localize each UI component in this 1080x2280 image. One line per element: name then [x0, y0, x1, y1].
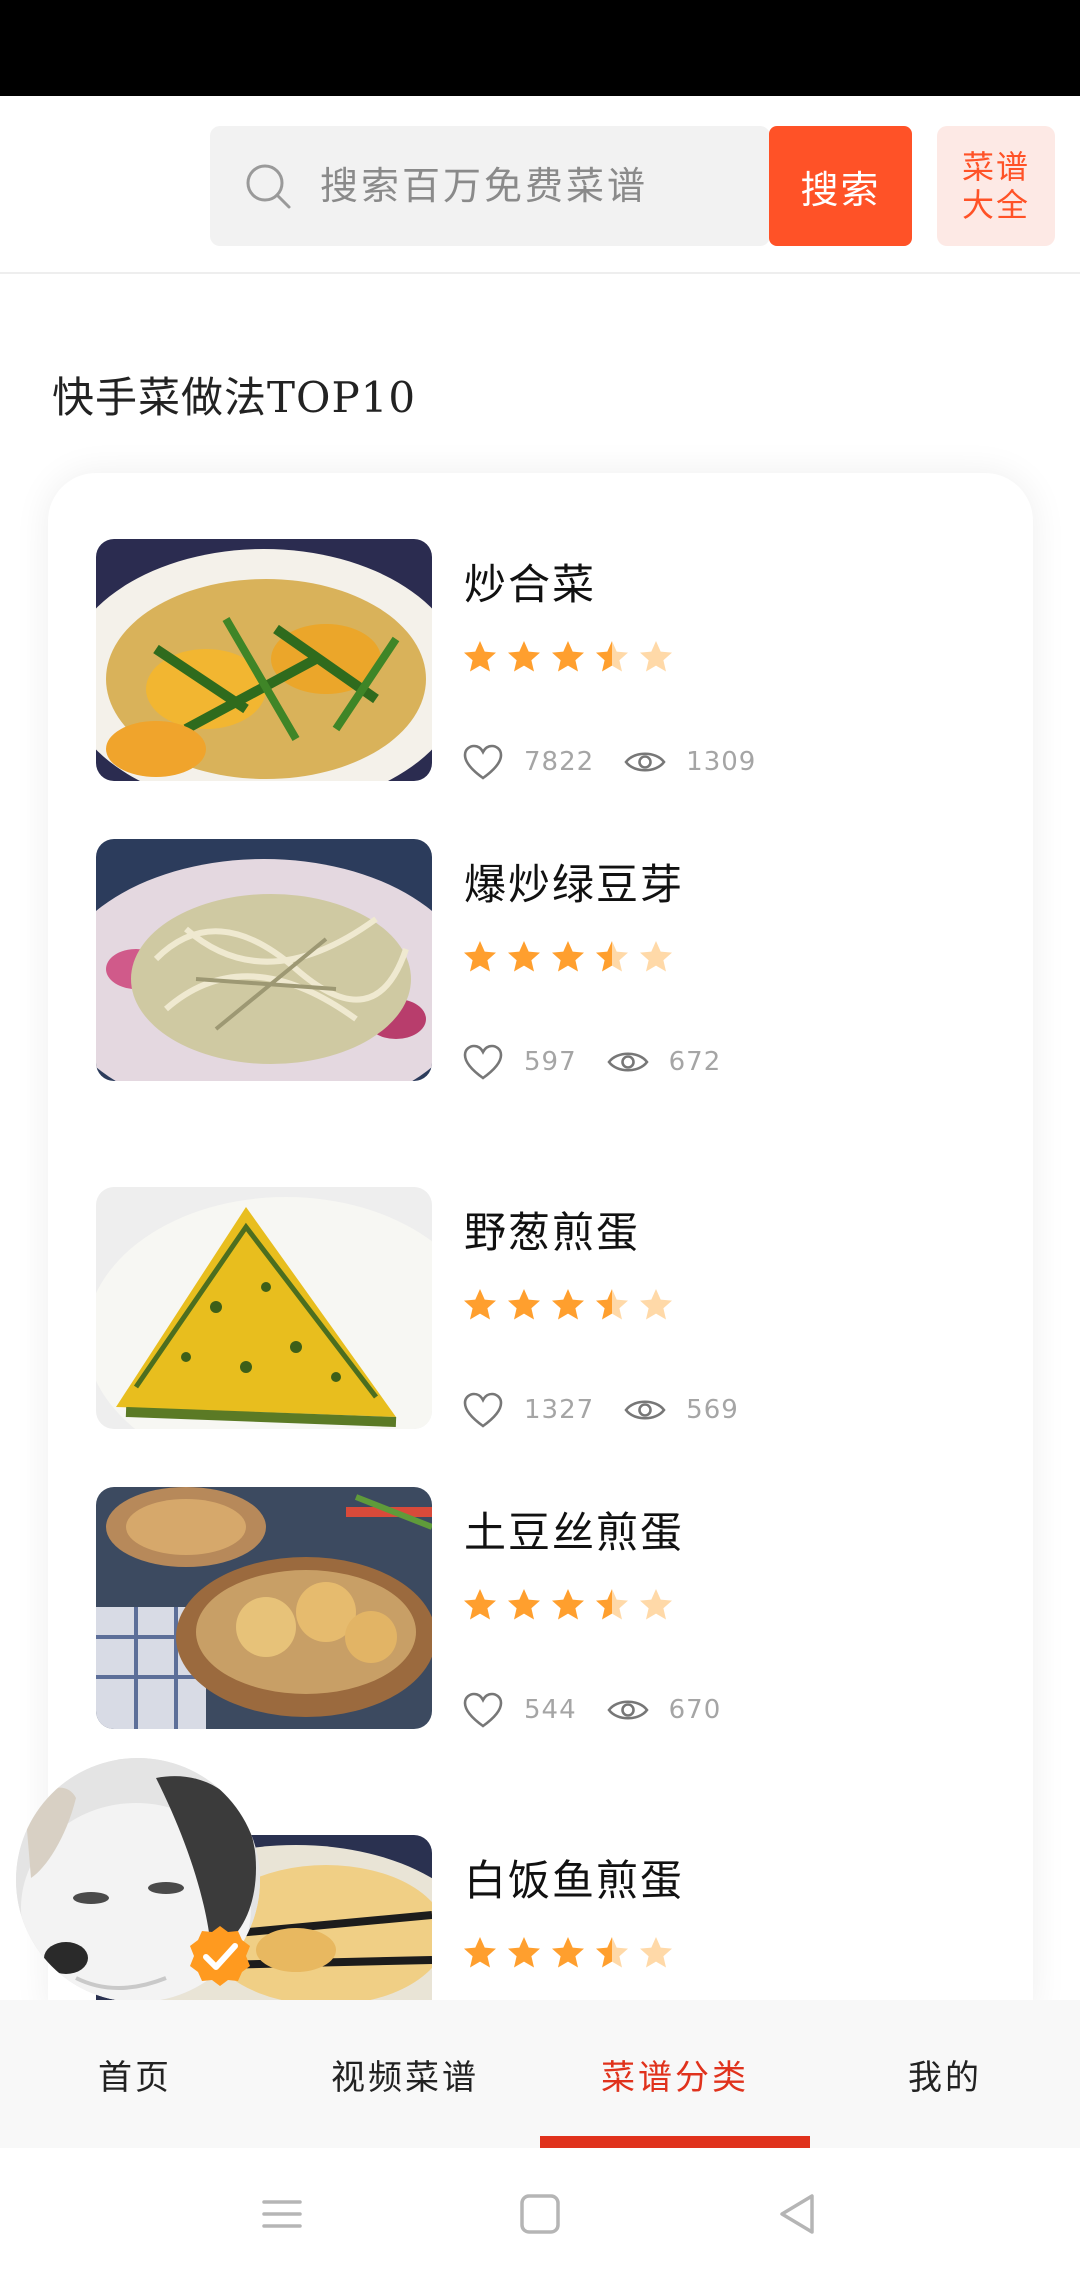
- recipe-thumbnail[interactable]: [96, 539, 432, 781]
- bottom-nav: 首页 视频菜谱 菜谱分类 我的: [0, 2000, 1080, 2148]
- star-icon: [596, 1589, 628, 1620]
- nav-tab-mine[interactable]: 我的: [810, 2000, 1080, 2148]
- star-icon: [596, 1937, 628, 1968]
- recipe-stats: 597 672: [462, 1042, 751, 1082]
- heart-icon[interactable]: [462, 1042, 504, 1082]
- recipe-stats: 544 670: [462, 1690, 751, 1730]
- rating-stars: [462, 1287, 674, 1323]
- star-icon: [640, 1289, 672, 1320]
- star-icon: [464, 641, 496, 672]
- recipe-name[interactable]: 爆炒绿豆芽: [464, 851, 684, 912]
- star-icon: [508, 641, 540, 672]
- view-count: 569: [686, 1395, 739, 1425]
- recipe-catalog-button[interactable]: 菜谱 大全: [937, 126, 1055, 246]
- nav-tab-recipe-categories[interactable]: 菜谱分类: [540, 2000, 810, 2148]
- star-icon: [552, 941, 584, 972]
- like-count: 544: [524, 1695, 577, 1725]
- recipe-name[interactable]: 土豆丝煎蛋: [464, 1499, 684, 1560]
- nav-tab-video-recipes[interactable]: 视频菜谱: [270, 2000, 540, 2148]
- view-count: 1309: [686, 747, 757, 777]
- star-icon: [596, 641, 628, 672]
- rating-stars: [462, 639, 674, 675]
- star-icon: [640, 1589, 672, 1620]
- back-triangle-icon[interactable]: [768, 2184, 828, 2244]
- rating-stars: [462, 1587, 674, 1623]
- star-icon: [640, 1937, 672, 1968]
- search-input[interactable]: 搜索百万免费菜谱: [210, 126, 770, 246]
- search-placeholder: 搜索百万免费菜谱: [320, 164, 649, 208]
- verified-check-icon: [190, 1926, 250, 1986]
- star-icon: [596, 941, 628, 972]
- star-icon: [552, 641, 584, 672]
- star-icon: [508, 1589, 540, 1620]
- star-icon: [508, 1937, 540, 1968]
- recipe-item[interactable]: 土豆丝煎蛋 544 670: [96, 1487, 996, 1729]
- app-screen: 搜索百万免费菜谱 搜索 菜谱 大全 快手菜做法TOP10 炒合菜 7822 13…: [0, 0, 1080, 2280]
- search-icon: [246, 164, 291, 209]
- heart-icon[interactable]: [462, 742, 504, 782]
- rating-stars: [462, 1935, 674, 1971]
- view-count: 670: [668, 1695, 722, 1725]
- recipe-thumbnail[interactable]: [96, 1487, 432, 1729]
- recipe-thumbnail[interactable]: [96, 839, 432, 1081]
- home-square-icon[interactable]: [510, 2184, 570, 2244]
- like-count: 597: [524, 1047, 577, 1077]
- recipe-thumbnail[interactable]: [96, 1187, 432, 1429]
- star-icon: [508, 941, 540, 972]
- section-title: 快手菜做法TOP10: [52, 373, 417, 422]
- star-icon: [552, 1589, 584, 1620]
- recipe-name[interactable]: 野葱煎蛋: [464, 1199, 640, 1260]
- recipe-item[interactable]: 爆炒绿豆芽 597 672: [96, 839, 996, 1081]
- recipe-stats: 1327 569: [462, 1390, 769, 1430]
- status-bar: [0, 0, 1080, 96]
- recipe-item[interactable]: 炒合菜 7822 1309: [96, 539, 996, 781]
- eye-icon: [624, 752, 666, 772]
- heart-icon[interactable]: [462, 1390, 504, 1430]
- star-icon: [640, 941, 672, 972]
- heart-icon[interactable]: [462, 1690, 504, 1730]
- star-icon: [464, 1289, 496, 1320]
- eye-icon: [607, 1052, 649, 1072]
- like-count: 7822: [524, 747, 595, 777]
- search-button[interactable]: 搜索: [769, 126, 912, 246]
- star-icon: [508, 1289, 540, 1320]
- recipe-name[interactable]: 炒合菜: [464, 551, 596, 612]
- catalog-label-line2: 大全: [961, 186, 1030, 224]
- system-nav-bar: [0, 2148, 1080, 2280]
- search-header: 搜索百万免费菜谱 搜索 菜谱 大全: [0, 96, 1080, 274]
- menu-icon[interactable]: [252, 2184, 312, 2244]
- star-icon: [552, 1289, 584, 1320]
- active-tab-indicator: [540, 2136, 810, 2148]
- view-count: 672: [668, 1047, 722, 1077]
- star-icon: [464, 941, 496, 972]
- star-icon: [596, 1289, 628, 1320]
- star-icon: [464, 1937, 496, 1968]
- recipe-item[interactable]: 野葱煎蛋 1327 569: [96, 1187, 996, 1429]
- catalog-label-line1: 菜谱: [961, 148, 1030, 186]
- recipe-name[interactable]: 白饭鱼煎蛋: [464, 1847, 684, 1908]
- star-icon: [552, 1937, 584, 1968]
- recipe-stats: 7822 1309: [462, 742, 786, 782]
- nav-tab-home[interactable]: 首页: [0, 2000, 270, 2148]
- eye-icon: [624, 1400, 666, 1420]
- eye-icon: [607, 1700, 649, 1720]
- star-icon: [464, 1589, 496, 1620]
- star-icon: [640, 641, 672, 672]
- rating-stars: [462, 939, 674, 975]
- like-count: 1327: [524, 1395, 595, 1425]
